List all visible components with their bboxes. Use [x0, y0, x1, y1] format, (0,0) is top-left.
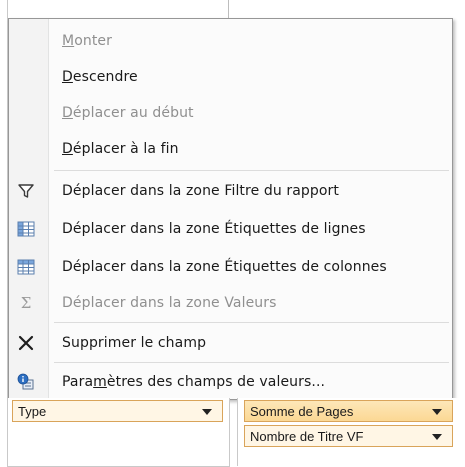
chevron-down-icon[interactable]	[432, 434, 442, 440]
menu-item-value-field-settings[interactable]: Paramètres des champs de valeurs...	[9, 364, 452, 400]
menu-item-move-down[interactable]: Descendre	[9, 59, 452, 95]
menu-item-label: Descendre	[62, 69, 138, 85]
menu-separator	[54, 362, 449, 363]
field-chip-sum-pages[interactable]: Somme de Pages	[244, 400, 453, 422]
field-chip-label: Nombre de Titre VF	[250, 429, 364, 444]
menu-separator	[54, 322, 449, 323]
menu-item-label: Déplacer dans la zone Étiquettes de colo…	[62, 259, 387, 275]
menu-item-move-to-row-labels[interactable]: Déplacer dans la zone Étiquettes de lign…	[9, 211, 452, 247]
menu-item-move-to-values: Σ Déplacer dans la zone Valeurs	[9, 285, 452, 321]
menu-item-label: Déplacer au début	[62, 105, 194, 121]
menu-item-label: Déplacer dans la zone Filtre du rapport	[62, 183, 339, 199]
field-chip-type[interactable]: Type	[12, 400, 223, 422]
filter-funnel-icon	[17, 182, 35, 200]
menu-item-label: Supprimer le champ	[62, 335, 207, 351]
menu-separator	[54, 170, 449, 171]
menu-item-move-to-end[interactable]: Déplacer à la fin	[9, 131, 452, 167]
menu-item-label: Déplacer à la fin	[62, 141, 179, 157]
field-chip-label: Type	[18, 404, 47, 419]
menu-item-move-to-report-filter[interactable]: Déplacer dans la zone Filtre du rapport	[9, 173, 452, 209]
menu-item-move-to-beginning: Déplacer au début	[9, 95, 452, 131]
row-labels-grid-icon	[17, 220, 35, 238]
menu-item-move-to-column-labels[interactable]: Déplacer dans la zone Étiquettes de colo…	[9, 249, 452, 285]
sigma-icon: Σ	[20, 294, 32, 312]
field-settings-icon	[17, 373, 35, 391]
menu-item-label: Monter	[62, 33, 112, 49]
row-labels-zone: Type	[7, 398, 230, 467]
field-context-menu: Monter Descendre Déplacer au début Dépla…	[8, 18, 453, 400]
menu-item-label: Paramètres des champs de valeurs...	[62, 374, 326, 390]
remove-x-icon	[17, 334, 35, 352]
field-chip-label: Somme de Pages	[250, 404, 354, 419]
column-labels-grid-icon	[17, 258, 35, 276]
menu-item-label: Déplacer dans la zone Étiquettes de lign…	[62, 221, 366, 237]
chevron-down-icon[interactable]	[202, 409, 212, 415]
menu-item-label: Déplacer dans la zone Valeurs	[62, 295, 277, 311]
chevron-down-icon[interactable]	[432, 409, 442, 415]
pane-border	[0, 0, 8, 400]
field-chip-count-title[interactable]: Nombre de Titre VF	[244, 425, 453, 447]
menu-item-move-up: Monter	[9, 23, 452, 59]
menu-item-remove-field[interactable]: Supprimer le champ	[9, 325, 452, 361]
values-zone: Somme de Pages Nombre de Titre VF	[237, 398, 465, 466]
